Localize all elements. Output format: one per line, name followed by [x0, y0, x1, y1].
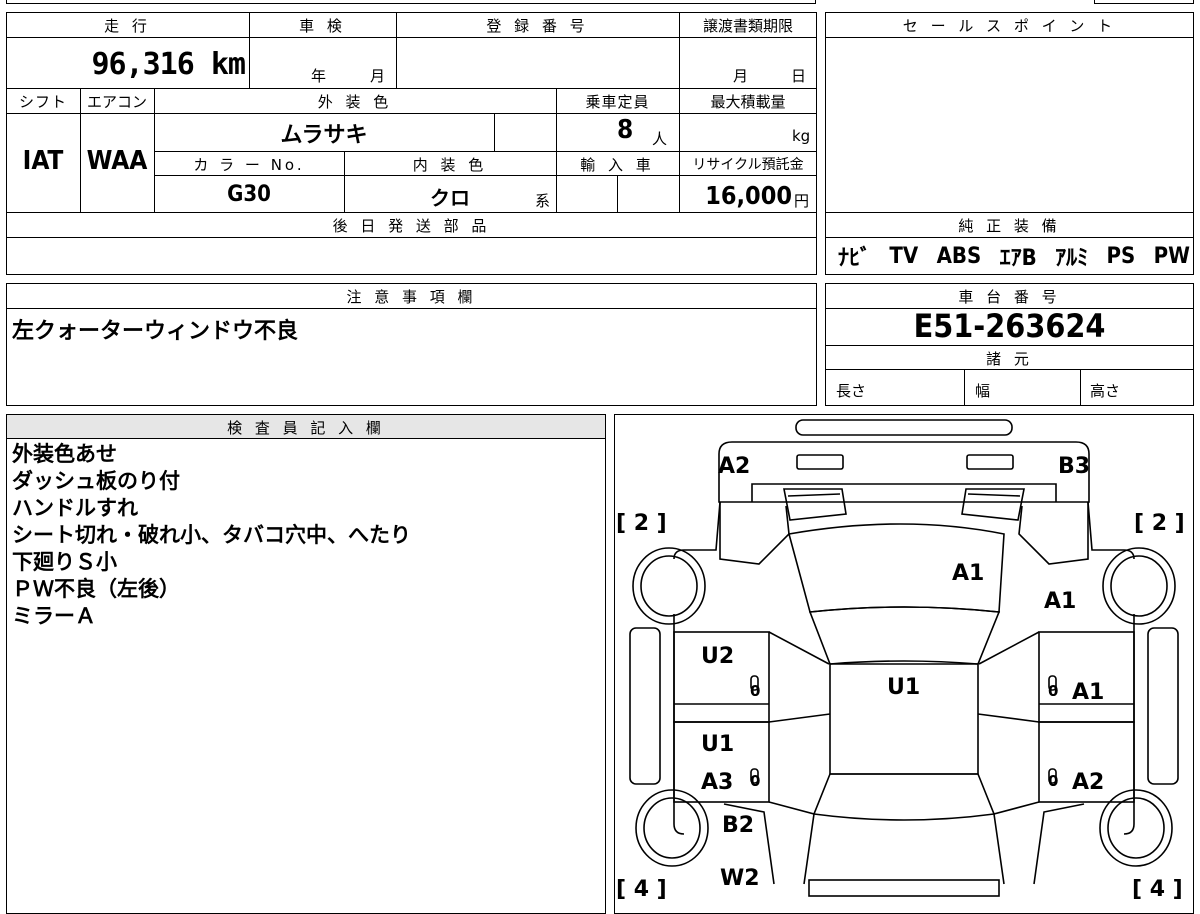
inspector-lines: 外装色あせ ダッシュ板のり付 ハンドルすれ シート切れ・破れ小、タバコ穴中、へた… — [12, 441, 411, 630]
max-load-unit: kg — [792, 127, 811, 145]
chassis-label: 車 台 番 号 — [958, 288, 1061, 306]
chassis-value: E51-263624 — [913, 307, 1106, 345]
deadline-month-unit: 月 — [733, 67, 749, 85]
width-label: 幅 — [975, 382, 991, 400]
interior-color-suffix: 系 — [535, 192, 551, 210]
import-label: 輸 入 車 — [580, 156, 655, 174]
inspector-label: 検 査 員 記 入 欄 — [227, 419, 385, 437]
capacity-value: 8 — [617, 115, 634, 145]
capacity-label: 乗車定員 — [585, 93, 650, 111]
mark-rear-left-quarter: B2 — [722, 813, 754, 838]
equipment-item: PW — [1153, 243, 1190, 269]
sales-point-label: セ ー ル ス ポ イ ン ト — [902, 17, 1117, 35]
inspection-label: 車 検 — [299, 17, 346, 35]
mark-rear-right-door: A2 — [1072, 770, 1104, 795]
length-label: 長さ — [836, 382, 867, 400]
mark-hood: A1 — [952, 561, 984, 586]
exterior-color-value: ムラサキ — [280, 123, 368, 148]
mark-b3-top-right: B3 — [1058, 454, 1090, 479]
equipment-list: ﾅﾋﾞ TV ABS ｴｱB ｱﾙﾐ PS PW — [838, 240, 1190, 272]
equipment-item: ABS — [936, 243, 982, 269]
tire-rear-right — [1099, 789, 1173, 867]
color-no-label: カ ラ ー No. — [193, 156, 305, 174]
equipment-item: ﾅﾋﾞ — [838, 246, 872, 271]
interior-color-label: 内 装 色 — [412, 156, 488, 174]
later-parts-label: 後 日 発 送 部 品 — [332, 217, 491, 235]
shift-value: IAT — [22, 146, 64, 176]
mark-rear-left-w: W2 — [720, 866, 760, 891]
tire-mark-rl: [ 4 ] — [616, 877, 667, 900]
tire-rear-left — [635, 789, 709, 867]
max-load-label: 最大積載量 — [710, 93, 786, 111]
height-label: 高さ — [1090, 382, 1121, 400]
tire-mark-fr: [ 2 ] — [1134, 511, 1185, 536]
inspection-year-unit: 年 — [311, 67, 327, 85]
door-zero-mark: 0 — [1048, 772, 1058, 790]
registration-label: 登 録 番 号 — [486, 17, 589, 35]
tire-front-right — [1102, 547, 1176, 625]
notes-label: 注 意 事 項 欄 — [346, 288, 477, 306]
inspector-line: ハンドルすれ — [12, 496, 138, 520]
mark-rear-left-door-a: A3 — [701, 770, 733, 795]
mark-front-right-fender: A1 — [1044, 589, 1076, 614]
mileage-label: 走 行 — [104, 17, 151, 35]
recycle-unit: 円 — [794, 192, 810, 210]
equipment-item: TV — [889, 243, 919, 269]
tire-front-left — [632, 547, 706, 625]
inspection-month-unit: 月 — [370, 67, 386, 85]
inspector-line: シート切れ・破れ小、タバコ穴中、へたり — [12, 523, 411, 547]
door-zero-mark: 0 — [750, 682, 760, 700]
capacity-unit: 人 — [652, 130, 668, 148]
mileage-value: 96,316 km — [91, 47, 246, 82]
mark-rear-left-door-u: U1 — [701, 732, 734, 757]
mark-roof: U1 — [887, 675, 920, 700]
equipment-item: ｱﾙﾐ — [1055, 246, 1089, 271]
exterior-color-label: 外 装 色 — [317, 93, 393, 111]
deadline-label: 譲渡書類期限 — [702, 17, 793, 35]
equipment-item: PS — [1106, 243, 1136, 269]
inspector-line: 外装色あせ — [12, 442, 117, 466]
specs-label: 諸 元 — [986, 350, 1033, 368]
interior-color-value: クロ — [430, 186, 470, 210]
color-no-value: G30 — [227, 182, 271, 207]
recycle-label: リサイクル預託金 — [692, 157, 804, 173]
mark-front-right-door: A1 — [1072, 680, 1104, 705]
ac-value: WAA — [86, 146, 148, 176]
tire-mark-rr: [ 4 ] — [1132, 877, 1183, 900]
shift-label: シフト — [18, 93, 67, 111]
deadline-day-unit: 日 — [791, 67, 807, 85]
mark-a2-top-left: A2 — [718, 454, 750, 479]
inspector-line: 下廻りＳ小 — [12, 550, 117, 574]
tire-mark-fl: [ 2 ] — [616, 511, 667, 536]
inspector-line: ミラーＡ — [12, 604, 96, 628]
door-zero-mark: 0 — [750, 772, 760, 790]
ac-label: エアコン — [86, 93, 147, 111]
recycle-value: 16,000 — [705, 181, 792, 210]
notes-text: 左クォーターウィンドウ不良 — [12, 319, 299, 344]
door-zero-mark: 0 — [1048, 682, 1058, 700]
mark-front-left-door: U2 — [701, 644, 734, 669]
vehicle-diagram: A2 B3 [ 2 ] [ 2 ] [ 4 ] [ 4 ] A1 A1 U2 U… — [616, 419, 1185, 900]
equipment-label: 純 正 装 備 — [958, 217, 1061, 235]
equipment-item: ｴｱB — [999, 246, 1037, 271]
inspector-line: ダッシュ板のり付 — [12, 469, 180, 493]
inspector-line: ＰＷ不良（左後） — [12, 577, 180, 601]
